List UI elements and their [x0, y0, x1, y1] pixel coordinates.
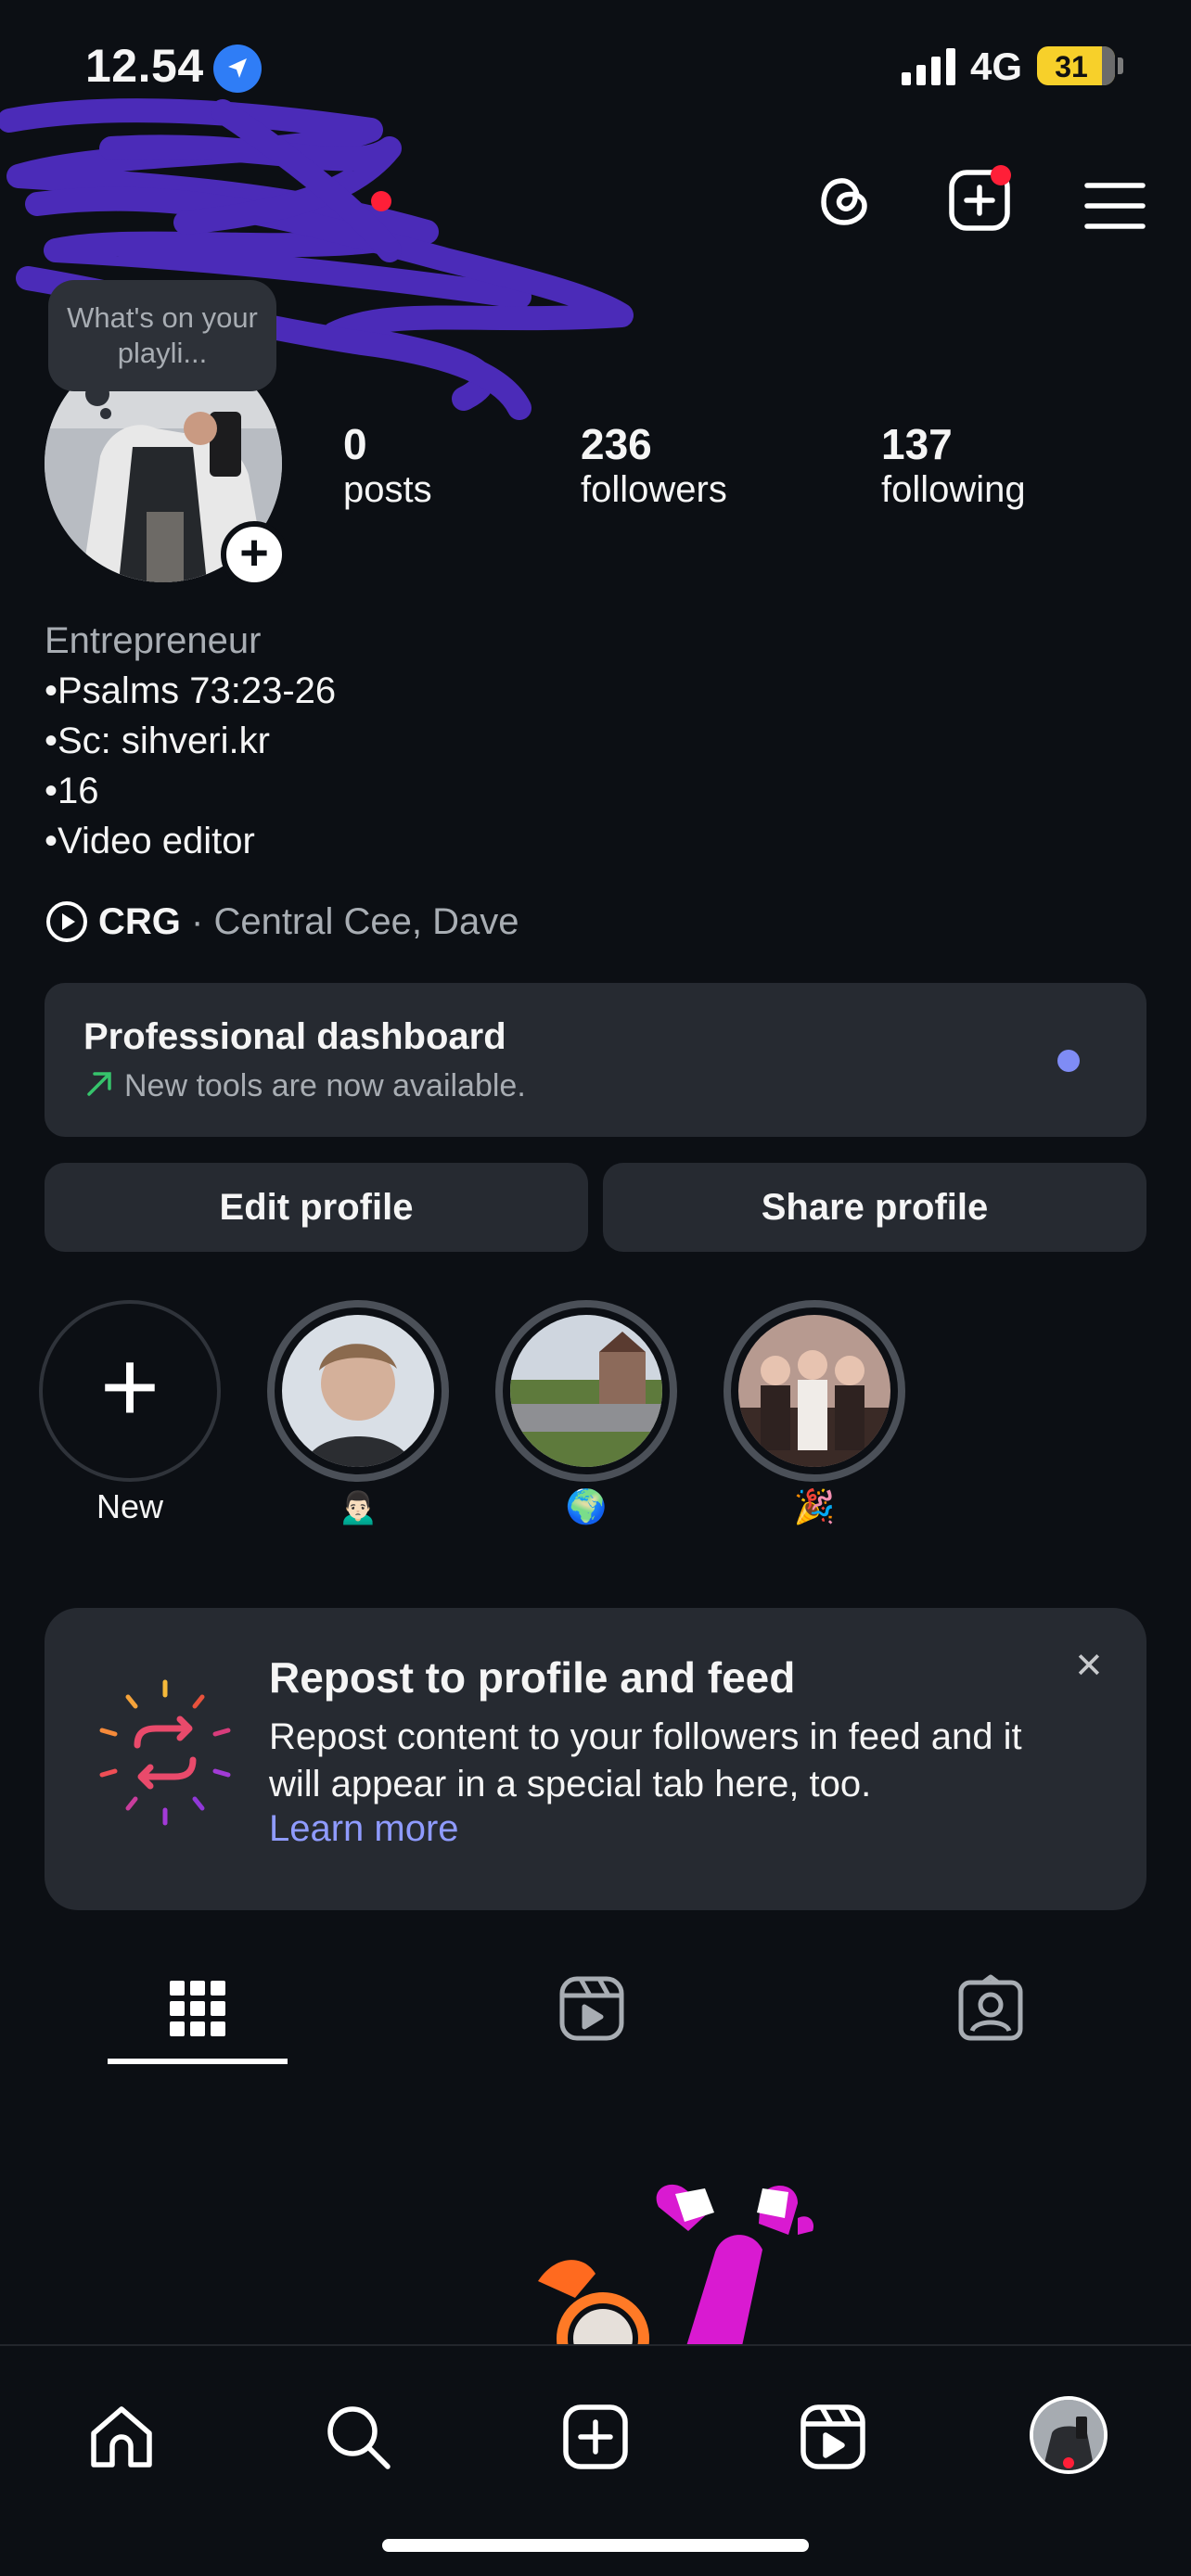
music-song: Central Cee, Dave: [213, 900, 519, 942]
network-type: 4G: [970, 45, 1023, 88]
plus-icon: +: [99, 1330, 160, 1444]
note-bubble-tail: [100, 408, 111, 419]
threads-icon[interactable]: [813, 167, 879, 234]
dashboard-subtitle-row: New tools are now available.: [83, 1068, 526, 1104]
location-arrow-icon: [213, 45, 262, 93]
profile-category: Entrepreneur: [45, 620, 262, 661]
selected-tab-indicator: [108, 2059, 288, 2064]
posts-label: posts: [343, 469, 432, 510]
followers-count: 236: [581, 420, 652, 468]
posts-stat[interactable]: 0 posts: [343, 419, 432, 511]
empty-state-illustration: [538, 2184, 814, 2346]
trend-arrow-icon: [87, 1072, 111, 1096]
add-note-button[interactable]: +: [221, 521, 288, 588]
create-notification-dot: [991, 165, 1011, 185]
highlight-label: New: [96, 1487, 164, 1525]
bio-line: •16: [45, 771, 99, 811]
repost-card-body: Repost content to your followers in feed…: [269, 1716, 1022, 1804]
battery-level: 31: [1055, 50, 1088, 83]
following-label: following: [881, 469, 1026, 510]
reels-icon[interactable]: [557, 1973, 627, 2044]
bio-line: •Sc: sihveri.kr: [45, 721, 270, 761]
note-bubble[interactable]: What's on your playli...: [48, 280, 276, 391]
learn-more-link[interactable]: Learn more: [269, 1808, 459, 1850]
close-icon[interactable]: ✕: [1074, 1645, 1104, 1687]
music-artist: CRG: [98, 900, 181, 942]
username-notification-dot: [371, 191, 391, 211]
music-separator: ·: [180, 900, 214, 942]
create-icon[interactable]: [560, 2402, 631, 2472]
repost-card-title: Repost to profile and feed: [269, 1653, 796, 1702]
edit-profile-button[interactable]: Edit profile: [45, 1163, 588, 1252]
search-icon[interactable]: [323, 2402, 393, 2472]
status-time: 12.54: [85, 40, 204, 92]
dashboard-subtitle: New tools are now available.: [124, 1068, 526, 1103]
grid-icon[interactable]: [162, 1973, 233, 2044]
followers-stat[interactable]: 236 followers: [581, 419, 727, 511]
bio-line: •Video editor: [45, 821, 255, 861]
share-profile-button[interactable]: Share profile: [603, 1163, 1146, 1252]
reels-icon[interactable]: [798, 2402, 868, 2472]
posts-count: 0: [343, 420, 367, 468]
battery-cap: [1118, 57, 1123, 74]
dashboard-unread-dot: [1057, 1050, 1080, 1072]
repost-burst-icon: [99, 1679, 231, 1826]
dashboard-title: Professional dashboard: [83, 1016, 506, 1057]
following-stat[interactable]: 137 following: [881, 419, 1026, 511]
highlight-item[interactable]: [495, 1300, 677, 1482]
cellular-signal-icon: [902, 48, 955, 85]
highlight-item[interactable]: [724, 1300, 905, 1482]
home-indicator[interactable]: [382, 2539, 809, 2552]
highlight-label: 🎉: [793, 1487, 836, 1525]
highlight-label: 🙍🏻‍♂️: [337, 1487, 379, 1525]
followers-label: followers: [581, 469, 727, 510]
battery-icon: 31: [1037, 46, 1115, 85]
highlight-label: 🌍: [565, 1487, 608, 1525]
new-highlight-button[interactable]: +: [39, 1300, 221, 1482]
repost-promo-card: Repost to profile and feed Repost conten…: [45, 1608, 1146, 1910]
profile-music[interactable]: CRG · Central Cee, Dave: [45, 899, 519, 944]
highlight-item[interactable]: [267, 1300, 449, 1482]
profile-notification-dot: [1063, 2457, 1074, 2468]
bio: Entrepreneur •Psalms 73:23-26 •Sc: sihve…: [45, 616, 336, 866]
tagged-icon[interactable]: [955, 1973, 1026, 2044]
bio-line: •Psalms 73:23-26: [45, 670, 337, 711]
play-circle-icon: [46, 901, 87, 942]
professional-dashboard-card[interactable]: Professional dashboard New tools are now…: [45, 983, 1146, 1137]
home-icon[interactable]: [86, 2402, 157, 2472]
following-count: 137: [881, 420, 953, 468]
menu-icon[interactable]: [1082, 172, 1148, 239]
